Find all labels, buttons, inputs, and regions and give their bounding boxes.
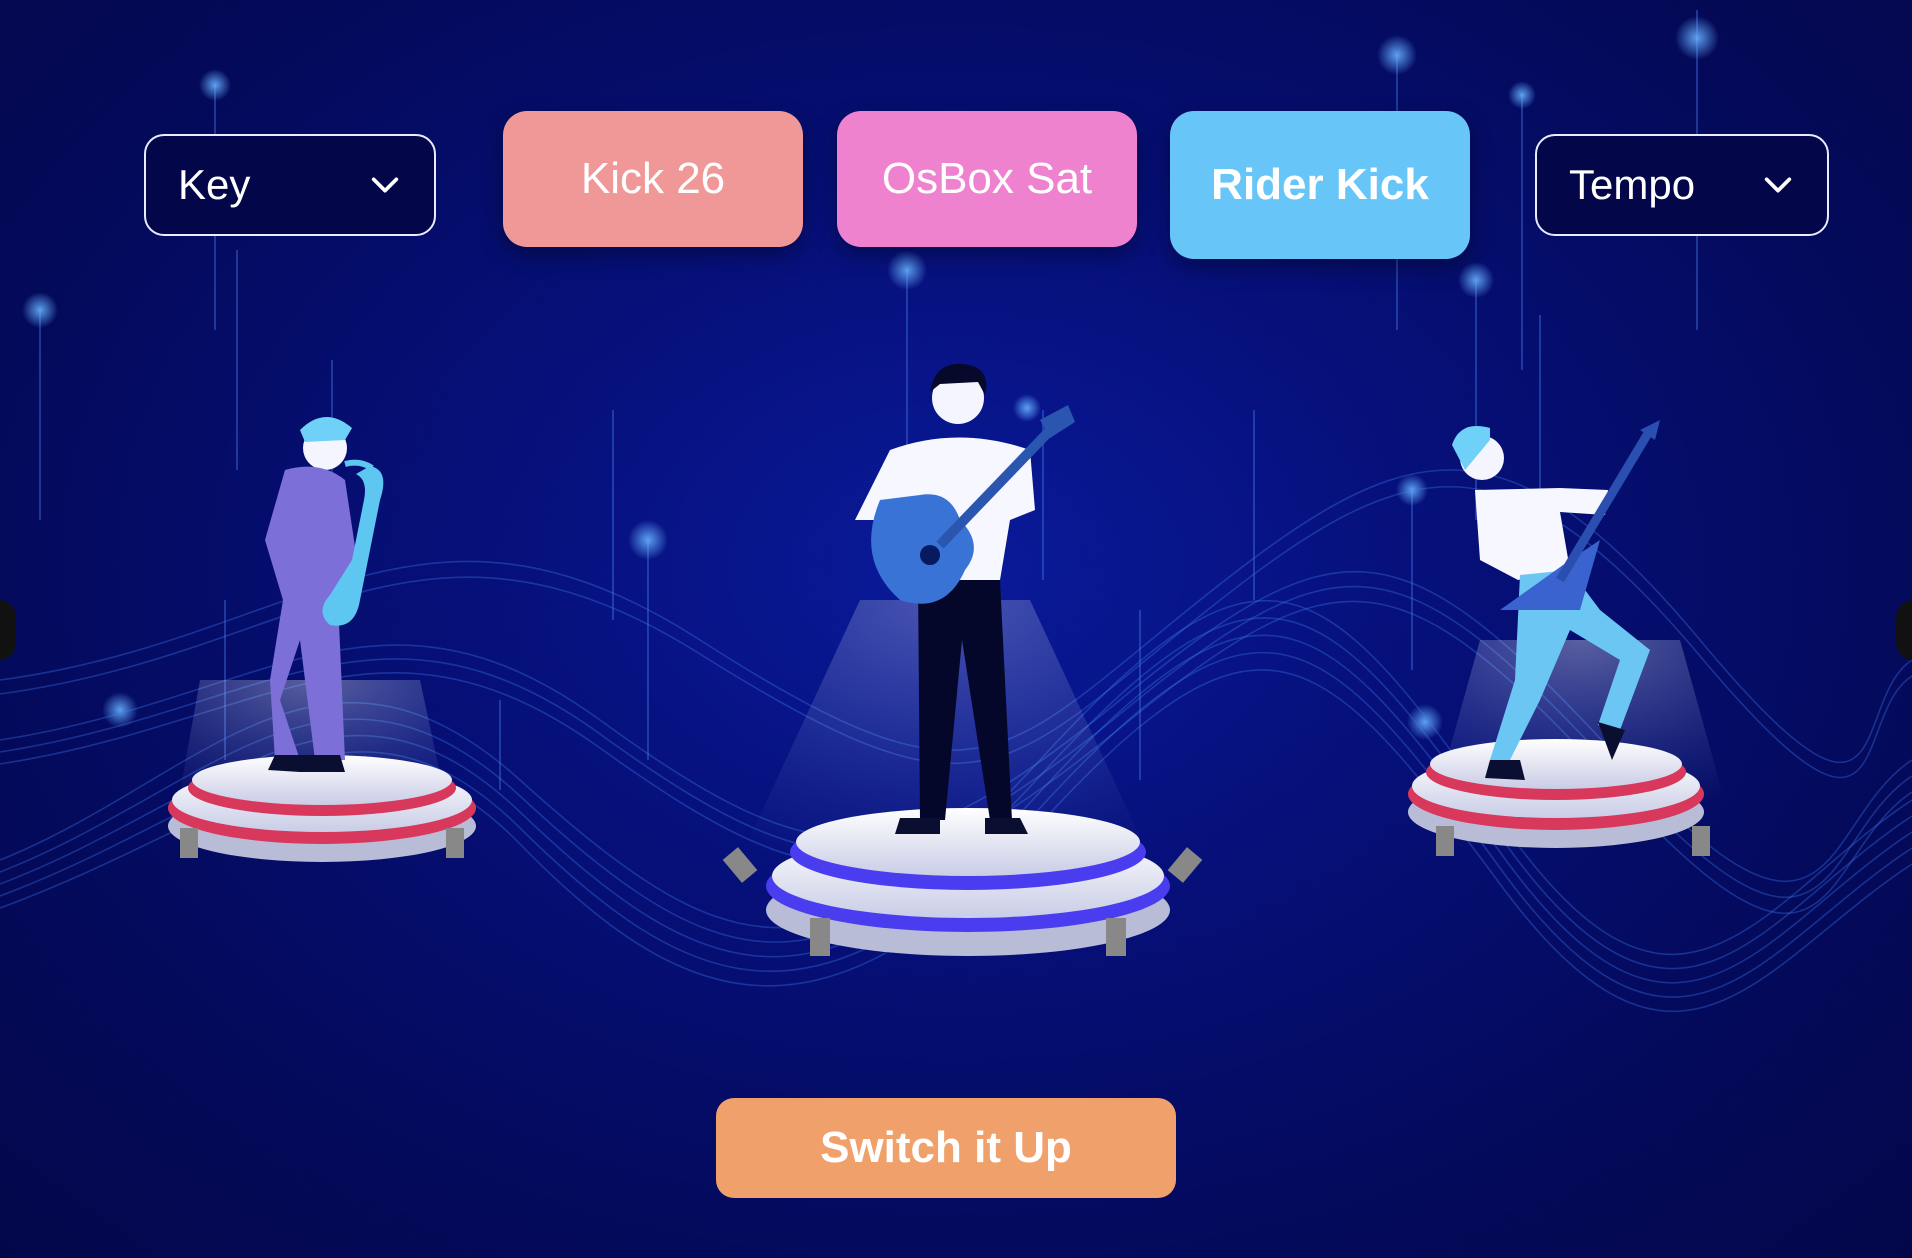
chevron-down-icon <box>1764 177 1792 193</box>
tempo-select-label: Tempo <box>1569 161 1696 208</box>
key-select-label: Key <box>178 161 251 208</box>
left-edge-handle <box>0 600 16 660</box>
tempo-select[interactable]: Tempo <box>1535 134 1829 236</box>
osbox-sat-button[interactable]: OsBox Sat <box>837 111 1137 247</box>
switch-it-up-button[interactable]: Switch it Up <box>716 1098 1176 1198</box>
kick-26-button[interactable]: Kick 26 <box>503 111 803 247</box>
stage-right <box>1408 640 1730 856</box>
right-edge-handle <box>1896 600 1912 660</box>
key-select[interactable]: Key <box>144 134 436 236</box>
rider-kick-button[interactable]: Rider Kick <box>1170 111 1470 259</box>
stage-center <box>722 600 1203 956</box>
chevron-down-icon <box>371 177 399 193</box>
